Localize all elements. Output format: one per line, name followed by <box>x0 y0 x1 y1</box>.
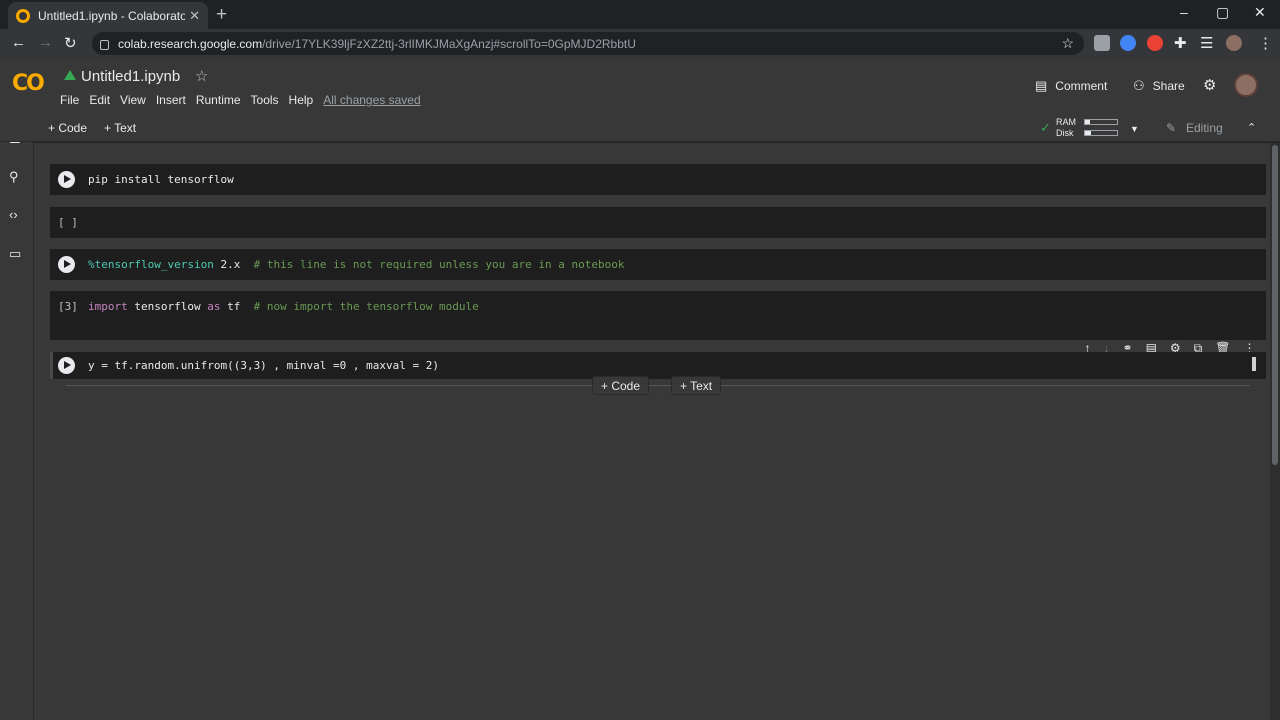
code-cell[interactable]: [3] import tensorflow as tf # now import… <box>50 291 1266 340</box>
save-status[interactable]: All changes saved <box>323 93 420 107</box>
extension-icon[interactable] <box>1147 35 1163 51</box>
new-tab-icon[interactable]: + <box>216 4 227 26</box>
scrollbar-thumb[interactable] <box>1272 145 1278 465</box>
share-people-icon: ⚇ <box>1133 78 1145 93</box>
bookmark-star-icon[interactable]: ☆ <box>1061 35 1074 52</box>
code-text: tensorflow <box>127 300 208 313</box>
reading-list-icon[interactable]: ☰ <box>1200 34 1213 52</box>
minimize-icon[interactable]: – <box>1180 4 1188 20</box>
resources-dropdown-icon[interactable]: ▼ <box>1130 124 1139 134</box>
profile-avatar[interactable] <box>1226 35 1242 51</box>
menu-bar: File Edit View Insert Runtime Tools Help… <box>60 93 431 107</box>
lock-icon <box>100 39 109 50</box>
url-host: colab.research.google.com <box>118 36 263 51</box>
drive-icon <box>64 70 76 80</box>
menu-help[interactable]: Help <box>289 93 314 107</box>
insert-divider <box>66 385 1250 386</box>
comment-icon: ▤ <box>1035 78 1048 93</box>
cell-code[interactable]: y = tf.random.unifrom((3,3) , minval =0 … <box>88 359 439 372</box>
tab-title: Untitled1.ipynb - Colaboratory <box>38 8 186 23</box>
code-cell[interactable]: pip install tensorflow <box>50 164 1266 195</box>
settings-gear-icon[interactable]: ⚙ <box>1203 76 1216 94</box>
translate-extension-icon[interactable] <box>1120 35 1136 51</box>
code-comment: # now import the tensorflow module <box>253 300 479 313</box>
ram-usage-bar <box>1084 119 1118 125</box>
code-snippets-icon[interactable]: ‹› <box>9 207 18 222</box>
colab-logo[interactable]: CO <box>12 71 45 96</box>
code-cell[interactable]: [ ] <box>50 207 1266 238</box>
browser-tab-strip: Untitled1.ipynb - Colaboratory ✕ + – ▢ ✕ <box>0 0 1280 29</box>
notebook-title[interactable]: Untitled1.ipynb <box>81 68 180 85</box>
cell-code[interactable]: pip install tensorflow <box>88 173 234 186</box>
back-icon[interactable]: ← <box>11 34 26 51</box>
reload-icon[interactable]: ↻ <box>64 34 77 52</box>
menu-runtime[interactable]: Runtime <box>196 93 241 107</box>
code-text: 2.x <box>213 258 254 271</box>
window-close-icon[interactable]: ✕ <box>1254 4 1266 21</box>
keyword: as <box>207 300 221 313</box>
menu-tools[interactable]: Tools <box>251 93 279 107</box>
run-cell-icon[interactable] <box>58 256 75 273</box>
menu-file[interactable]: File <box>60 93 79 107</box>
cell-code[interactable]: import tensorflow as tf # now import the… <box>88 300 479 313</box>
insert-code-button[interactable]: + Code <box>592 376 650 395</box>
disk-label: Disk <box>1056 128 1074 138</box>
files-folder-icon[interactable]: ▭ <box>9 246 21 262</box>
code-comment: # this line is not required unless you a… <box>253 258 625 271</box>
extension-icon[interactable] <box>1094 35 1110 51</box>
insert-text-button[interactable]: + Text <box>671 376 722 395</box>
keyword: import <box>88 300 128 313</box>
ram-label: RAM <box>1056 117 1076 127</box>
connected-check-icon: ✓ <box>1040 120 1051 135</box>
search-icon[interactable]: ⚲ <box>9 169 19 185</box>
collapse-header-icon[interactable]: ⌃ <box>1247 121 1256 134</box>
page-scrollbar[interactable] <box>1270 143 1280 720</box>
add-code-button[interactable]: + Code <box>48 121 87 135</box>
puzzle-extensions-icon[interactable]: ✚ <box>1174 34 1187 52</box>
editing-mode-label[interactable]: Editing <box>1186 121 1223 135</box>
share-label: Share <box>1152 79 1185 93</box>
execution-count: [ ] <box>58 216 78 229</box>
execution-count: [3] <box>58 300 78 313</box>
menu-view[interactable]: View <box>120 93 146 107</box>
code-text: tf <box>220 300 254 313</box>
magic-command: %tensorflow_version <box>88 258 214 271</box>
share-button[interactable]: ⚇ Share <box>1133 78 1185 94</box>
comment-button[interactable]: ▤ Comment <box>1035 78 1107 94</box>
cell-code[interactable]: %tensorflow_version 2.x # this line is n… <box>88 258 624 271</box>
address-bar[interactable]: colab.research.google.com/drive/17YLK39l… <box>92 32 1084 55</box>
browser-toolbar: ← → ↻ colab.research.google.com/drive/17… <box>0 29 1280 58</box>
tab-close-icon[interactable]: ✕ <box>189 8 200 24</box>
url-path: /drive/17YLK39ljFzXZ2ttj-3rlIMKJMaXgAnzj… <box>262 36 636 51</box>
run-cell-icon[interactable] <box>58 171 75 188</box>
code-cell[interactable]: %tensorflow_version 2.x # this line is n… <box>50 249 1266 280</box>
browser-menu-icon[interactable]: ⋮ <box>1258 34 1273 52</box>
comment-label: Comment <box>1055 79 1108 93</box>
maximize-icon[interactable]: ▢ <box>1216 4 1229 21</box>
account-avatar[interactable] <box>1234 73 1258 97</box>
resources-labels[interactable]: RAM Disk <box>1056 117 1076 139</box>
notebook-toolbar: + Code + Text ✓ RAM Disk ▼ ✎ Editing ⌃ <box>0 115 1280 142</box>
menu-edit[interactable]: Edit <box>89 93 110 107</box>
editing-pencil-icon: ✎ <box>1166 121 1177 135</box>
add-text-button[interactable]: + Text <box>104 121 136 135</box>
browser-tab[interactable]: Untitled1.ipynb - Colaboratory ✕ <box>8 2 208 29</box>
cell-scrollbar[interactable] <box>1252 357 1256 371</box>
run-cell-icon[interactable] <box>58 357 75 374</box>
disk-usage-bar <box>1084 130 1118 136</box>
colab-header: CO Untitled1.ipynb ☆ File Edit View Inse… <box>0 58 1280 115</box>
colab-favicon-icon <box>16 8 30 23</box>
side-rail: ☰ ⚲ ‹› ▭ <box>0 115 34 720</box>
star-icon[interactable]: ☆ <box>195 67 208 85</box>
menu-insert[interactable]: Insert <box>156 93 186 107</box>
forward-icon[interactable]: → <box>38 34 53 51</box>
code-cell-active[interactable]: y = tf.random.unifrom((3,3) , minval =0 … <box>50 352 1266 379</box>
